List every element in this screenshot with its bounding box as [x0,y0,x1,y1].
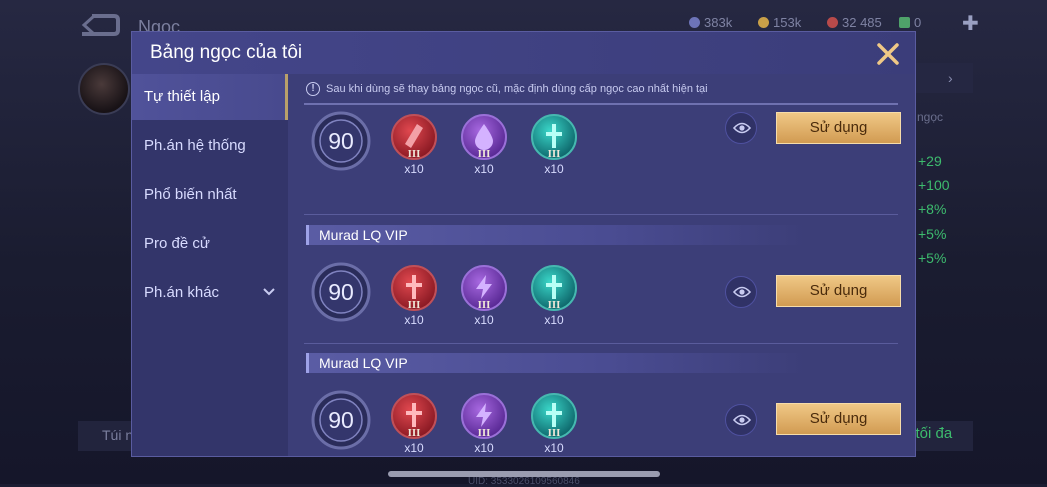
rune-level: 90 [328,407,354,433]
resource-diamond: 383k [689,15,732,30]
gem-count: x10 [474,313,494,327]
chevron-down-icon [263,288,275,296]
gem-tier: III [407,299,421,311]
sidebar-item-custom[interactable]: Tự thiết lập [132,74,288,120]
sword-gem-icon [406,275,422,299]
rune-set-row: 90 III x10 III x10 III x10 Sử dụng [288,389,915,456]
rune-gem-teal[interactable]: III x10 [531,114,577,176]
rune-set-row: 90 III x10 III x10 III x10 Sử dụng [288,261,915,341]
sidebar-item-label: Phổ biến nhất [144,186,237,203]
sidebar-item-system[interactable]: Ph.án hệ thống [132,123,288,169]
sidebar-item-pro[interactable]: Pro đề cử [132,221,288,267]
rune-gem-purple[interactable]: III x10 [461,114,507,176]
rune-level: 90 [328,279,354,305]
gem-tier: III [477,148,491,160]
gem-count: x10 [544,441,564,455]
stat-value: +5% [918,226,947,242]
gem-count: x10 [404,313,424,327]
gem-tier: III [477,427,491,439]
preview-button[interactable] [725,404,757,436]
rune-set-row: 90 III x10 III x10 III x10 Sử dụng [288,110,915,190]
row-divider [304,214,898,215]
resource-gold: 153k [758,15,801,30]
rune-gem-red[interactable]: III x10 [391,393,437,455]
row-divider [304,343,898,344]
stat-value: +5% [918,250,947,266]
gem-tier: III [547,299,561,311]
sword-gem-icon [546,275,562,299]
home-indicator[interactable] [388,471,660,477]
preview-button[interactable] [725,276,757,308]
eye-icon [733,122,751,134]
blade-gem-icon [405,124,423,148]
rune-set-list[interactable]: ! Sau khi dùng sẽ thay bảng ngọc cũ, mặc… [288,74,915,456]
bag-label[interactable]: Túi n [102,427,133,443]
sword-gem-icon [406,403,422,427]
sidebar-item-label: Ph.án hệ thống [144,137,246,154]
use-button[interactable]: Sử dụng [776,403,901,435]
gem-count: x10 [544,162,564,176]
sidebar-item-popular[interactable]: Phổ biến nhất [132,172,288,218]
close-icon[interactable] [873,39,903,69]
gem-count: x10 [474,162,494,176]
sidebar-item-other[interactable]: Ph.án khác [132,270,288,316]
rune-gem-teal[interactable]: III x10 [531,265,577,327]
preview-button[interactable] [725,112,757,144]
sidebar-item-label: Ph.án khác [144,284,220,301]
eye-icon [733,286,751,298]
rune-gem-purple[interactable]: III x10 [461,265,507,327]
rune-set-name: Murad LQ VIP [306,225,806,245]
gem-count: x10 [404,162,424,176]
rune-gem-red[interactable]: III x10 [391,265,437,327]
back-icon[interactable] [80,14,120,36]
chevron-right-icon: › [948,70,953,86]
rune-label: ngọc [917,110,944,124]
resource-rune-fragment: 32 485 [827,15,882,30]
lightning-gem-icon [476,275,492,299]
scroll-track [304,103,898,105]
sidebar: Tự thiết lập Ph.án hệ thống Phổ biến nhấ… [132,74,288,456]
modal-title: Bảng ngọc của tôi [150,42,303,63]
gem-tier: III [547,427,561,439]
gem-count: x10 [544,313,564,327]
gem-count: x10 [474,441,494,455]
gem-tier: III [407,427,421,439]
gem-tier: III [407,148,421,160]
stat-value: +8% [918,201,947,217]
rune-selector[interactable] [915,63,973,93]
use-button[interactable]: Sử dụng [776,275,901,307]
modal-header: Bảng ngọc của tôi [132,32,915,74]
gem-tier: III [547,148,561,160]
uid-text: UID: 3533026109560846 [468,476,580,487]
use-button[interactable]: Sử dụng [776,112,901,144]
sidebar-item-label: Tự thiết lập [144,88,220,105]
eye-icon [733,414,751,426]
lightning-gem-icon [476,403,492,427]
rune-gem-teal[interactable]: III x10 [531,393,577,455]
notice-text: Sau khi dùng sẽ thay bảng ngọc cũ, mặc đ… [326,83,708,95]
sword-gem-icon [546,124,562,148]
stat-value: +100 [918,177,950,193]
notice: ! Sau khi dùng sẽ thay bảng ngọc cũ, mặc… [306,80,896,102]
drop-gem-icon [475,124,493,150]
rune-gem-purple[interactable]: III x10 [461,393,507,455]
diamond-icon [689,17,700,28]
rune-gem-red[interactable]: III x10 [391,114,437,176]
rune-set-name: Murad LQ VIP [306,353,806,373]
rune-fragment-icon [827,17,838,28]
sidebar-item-label: Pro đề cử [144,235,210,252]
rune-level: 90 [328,128,354,154]
warning-icon: ! [306,82,320,96]
ticket-icon [899,17,910,28]
gem-count: x10 [404,441,424,455]
rune-page-modal: Bảng ngọc của tôi Tự thiết lập Ph.án hệ … [131,31,916,457]
plus-icon[interactable]: ✚ [962,11,979,36]
resource-ticket: 0 [899,15,921,30]
stat-value: +29 [918,153,942,169]
sword-gem-icon [546,403,562,427]
hero-avatar [78,63,130,115]
gem-tier: III [477,299,491,311]
gold-coin-icon [758,17,769,28]
